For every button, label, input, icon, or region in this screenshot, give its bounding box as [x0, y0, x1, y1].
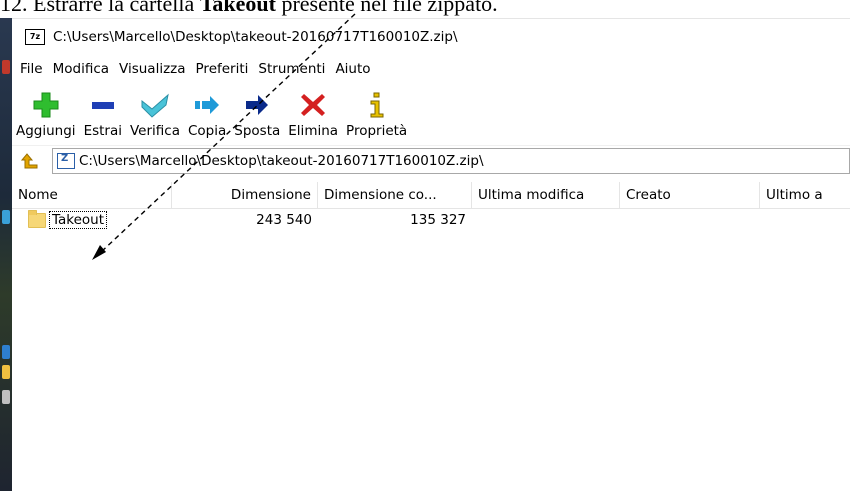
instruction-suffix: presente nel file zippato. [275, 0, 498, 16]
desktop-icon [2, 210, 10, 224]
properties-button[interactable]: Proprietà [342, 90, 411, 145]
file-size: 243 540 [256, 212, 312, 228]
plus-icon [28, 90, 64, 120]
delete-button[interactable]: Elimina [284, 90, 342, 145]
move-arrow-icon [239, 90, 275, 120]
window-title: C:\Users\Marcello\Desktop\takeout-201607… [53, 29, 458, 45]
menu-visualizza[interactable]: Visualizza [114, 61, 191, 77]
address-bar: C:\Users\Marcello\Desktop\takeout-201607… [12, 145, 850, 176]
column-header-name[interactable]: Nome [12, 182, 172, 208]
desktop-icon [2, 390, 10, 404]
info-icon [359, 90, 395, 120]
zip-archive-icon [57, 153, 75, 169]
delete-x-icon [295, 90, 331, 120]
desktop-icon [2, 345, 10, 359]
menu-bar: File Modifica Visualizza Preferiti Strum… [12, 55, 850, 83]
instruction-prefix: 12. Estrarre la cartella [0, 0, 200, 16]
extract-button-label: Estrai [83, 123, 122, 139]
copy-arrow-icon [189, 90, 225, 120]
archive-window: 7z C:\Users\Marcello\Desktop\takeout-201… [12, 18, 850, 492]
menu-file[interactable]: File [15, 61, 48, 77]
file-name: Takeout [49, 211, 108, 229]
address-input[interactable]: C:\Users\Marcello\Desktop\takeout-201607… [52, 148, 850, 174]
delete-button-label: Elimina [288, 123, 339, 139]
folder-icon [28, 209, 46, 228]
menu-aiuto[interactable]: Aiuto [330, 61, 375, 77]
extract-button[interactable]: Estrai [80, 90, 126, 145]
file-name-cell[interactable]: Takeout [12, 209, 172, 231]
desktop-background-strip [0, 0, 12, 491]
menu-modifica[interactable]: Modifica [48, 61, 114, 77]
7zip-app-icon: 7z [25, 29, 45, 45]
move-button[interactable]: Sposta [230, 90, 284, 145]
minus-icon [85, 90, 121, 120]
add-button[interactable]: Aggiungi [12, 90, 80, 145]
title-bar[interactable]: 7z C:\Users\Marcello\Desktop\takeout-201… [12, 19, 850, 55]
column-header-accessed[interactable]: Ultimo a [760, 182, 850, 208]
copy-button[interactable]: Copia [184, 90, 230, 145]
file-created [620, 209, 760, 231]
address-path: C:\Users\Marcello\Desktop\takeout-201607… [79, 153, 484, 169]
column-header-modified[interactable]: Ultima modifica [472, 182, 620, 208]
file-packed-size: 135 327 [410, 212, 466, 228]
column-header-size[interactable]: Dimensione [172, 182, 318, 208]
column-headers: Nome Dimensione Dimensione co... Ultima … [12, 182, 850, 209]
up-folder-icon[interactable] [20, 151, 40, 171]
file-modified [472, 209, 620, 231]
instruction-text: 12. Estrarre la cartella Takeout present… [0, 0, 850, 18]
desktop-icon [2, 60, 10, 74]
column-header-created[interactable]: Creato [620, 182, 760, 208]
toolbar: Aggiungi Estrai Verifica Copia Sposta El… [12, 83, 850, 145]
menu-preferiti[interactable]: Preferiti [191, 61, 254, 77]
menu-strumenti[interactable]: Strumenti [253, 61, 330, 77]
copy-button-label: Copia [188, 123, 227, 139]
move-button-label: Sposta [234, 123, 281, 139]
file-accessed [760, 209, 850, 231]
table-row[interactable]: Takeout 243 540 135 327 [12, 209, 850, 231]
column-header-packed-size[interactable]: Dimensione co... [318, 182, 472, 208]
verify-button-label: Verifica [130, 123, 180, 139]
verify-button[interactable]: Verifica [126, 90, 184, 145]
add-button-label: Aggiungi [16, 123, 76, 139]
instruction-bold: Takeout [199, 0, 276, 16]
checkmark-icon [137, 90, 173, 120]
desktop-icon [2, 365, 10, 379]
properties-button-label: Proprietà [346, 123, 408, 139]
